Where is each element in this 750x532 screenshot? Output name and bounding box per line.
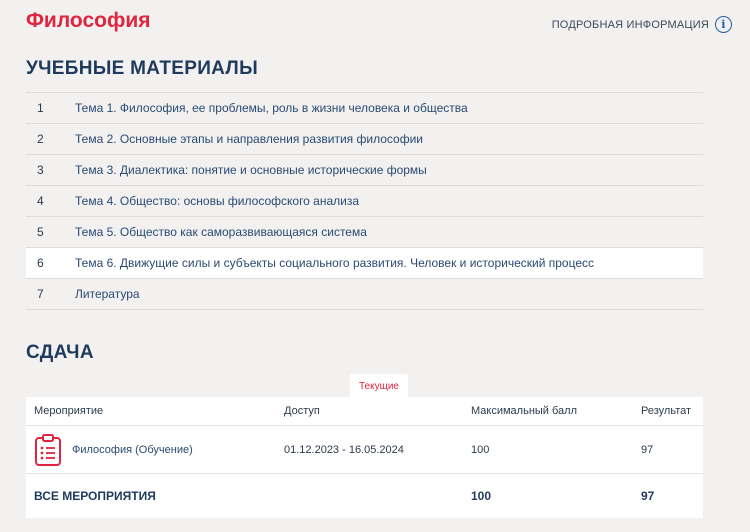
item-number: 6 xyxy=(37,256,44,270)
item-number: 3 xyxy=(37,163,44,177)
column-header-event: Мероприятие xyxy=(34,405,104,417)
exams-title: СДАЧА xyxy=(26,342,94,363)
item-label[interactable]: Тема 4. Общество: основы философского ан… xyxy=(75,194,359,208)
item-number: 4 xyxy=(37,194,44,208)
clipboard-icon xyxy=(35,433,61,466)
item-number: 5 xyxy=(37,225,44,239)
materials-title: УЧЕБНЫЕ МАТЕРИАЛЫ xyxy=(26,58,258,79)
list-item[interactable]: 1 Тема 1. Философия, ее проблемы, роль в… xyxy=(26,93,703,124)
tab-current[interactable]: Текущие xyxy=(350,374,408,398)
event-cell: Философия (Обучение) xyxy=(26,433,276,466)
item-number: 2 xyxy=(37,132,44,146)
total-label: ВСЕ МЕРОПРИЯТИЯ xyxy=(34,489,156,503)
item-number: 1 xyxy=(37,101,44,115)
result-cell: 97 xyxy=(641,443,654,456)
item-label[interactable]: Тема 1. Философия, ее проблемы, роль в ж… xyxy=(75,101,468,115)
access-cell: 01.12.2023 - 16.05.2024 xyxy=(284,443,404,456)
list-item[interactable]: 7 Литература xyxy=(26,279,703,310)
list-item[interactable]: 4 Тема 4. Общество: основы философского … xyxy=(26,186,703,217)
materials-list: 1 Тема 1. Философия, ее проблемы, роль в… xyxy=(26,92,703,310)
column-header-result: Результат xyxy=(641,405,692,417)
list-item[interactable]: 3 Тема 3. Диалектика: понятие и основные… xyxy=(26,155,703,186)
item-label[interactable]: Тема 2. Основные этапы и направления раз… xyxy=(75,132,423,146)
column-header-access: Доступ xyxy=(284,405,320,417)
item-label[interactable]: Тема 5. Общество как саморазвивающаяся с… xyxy=(75,225,367,239)
item-label[interactable]: Тема 3. Диалектика: понятие и основные и… xyxy=(75,163,427,177)
more-info-link[interactable]: ПОДРОБНАЯ ИНФОРМАЦИЯ i xyxy=(552,16,732,33)
info-icon[interactable]: i xyxy=(715,16,732,33)
list-item[interactable]: 5 Тема 5. Общество как саморазвивающаяся… xyxy=(26,217,703,248)
event-link[interactable]: Философия (Обучение) xyxy=(72,444,193,456)
more-info-label[interactable]: ПОДРОБНАЯ ИНФОРМАЦИЯ xyxy=(552,19,709,31)
page-title: Философия xyxy=(26,9,151,32)
total-max-score: 100 xyxy=(471,489,492,503)
column-header-max-score: Максимальный балл xyxy=(471,405,577,417)
table-header: Мероприятие Доступ Максимальный балл Рез… xyxy=(26,397,703,426)
list-item[interactable]: 6 Тема 6. Движущие силы и субъекты социа… xyxy=(26,248,703,279)
table-total-row: ВСЕ МЕРОПРИЯТИЯ 100 97 xyxy=(26,474,703,518)
exams-table: Мероприятие Доступ Максимальный балл Рез… xyxy=(26,397,703,518)
table-row[interactable]: Философия (Обучение) 01.12.2023 - 16.05.… xyxy=(26,426,703,474)
max-score-cell: 100 xyxy=(471,443,490,456)
total-result: 97 xyxy=(641,489,655,503)
item-number: 7 xyxy=(37,287,44,301)
item-label[interactable]: Тема 6. Движущие силы и субъекты социаль… xyxy=(75,256,594,270)
item-label[interactable]: Литература xyxy=(75,287,140,301)
list-item[interactable]: 2 Тема 2. Основные этапы и направления р… xyxy=(26,124,703,155)
